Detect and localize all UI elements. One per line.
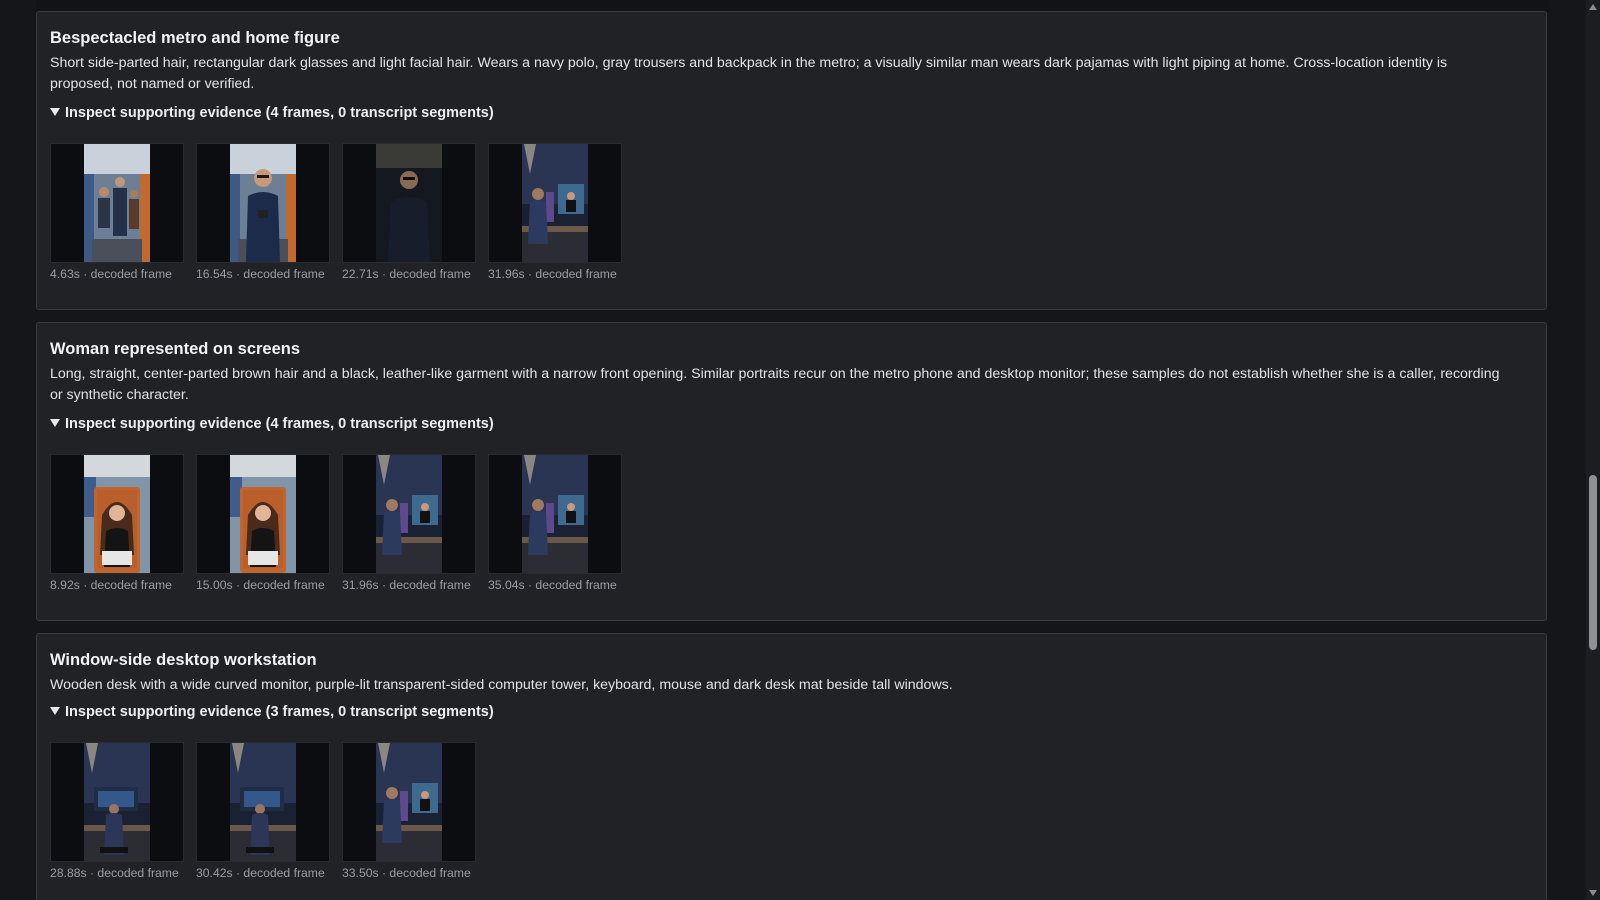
- card-description: Short side-parted hair, rectangular dark…: [50, 55, 1448, 92]
- frame-image: [230, 743, 296, 861]
- evidence-frame[interactable]: 35.04s · decoded frame: [488, 454, 622, 592]
- card-description: Wooden desk with a wide curved monitor, …: [50, 677, 953, 693]
- frame-image: [376, 144, 442, 262]
- frame-image: [84, 455, 150, 573]
- triangle-down-icon: [50, 419, 60, 427]
- frame-caption: 31.96s · decoded frame: [342, 578, 471, 592]
- frame-thumbnail[interactable]: [50, 454, 184, 574]
- scroll-up-arrow-icon[interactable]: [1589, 4, 1597, 10]
- frame-caption: 8.92s · decoded frame: [50, 578, 172, 592]
- frame-thumbnail[interactable]: [342, 742, 476, 862]
- evidence-toggle-label: Inspect supporting evidence (4 frames, 0…: [65, 416, 494, 432]
- frame-caption: 4.63s · decoded frame: [50, 267, 172, 281]
- frame-thumbnail[interactable]: [488, 143, 622, 263]
- frame-image: [84, 743, 150, 861]
- evidence-frame[interactable]: 22.71s · decoded frame: [342, 143, 476, 281]
- evidence-toggle-label: Inspect supporting evidence (4 frames, 0…: [65, 105, 494, 121]
- triangle-down-icon: [50, 108, 60, 116]
- entity-card: Bespectacled metro and home figure Short…: [36, 11, 1547, 310]
- frame-caption: 31.96s · decoded frame: [488, 267, 617, 281]
- frame-thumbnail[interactable]: [488, 454, 622, 574]
- card-title: Woman represented on screens: [50, 340, 301, 358]
- frame-image: [376, 455, 442, 573]
- evidence-frame[interactable]: 15.00s · decoded frame: [196, 454, 330, 592]
- entity-card: Woman represented on screens Long, strai…: [36, 322, 1547, 621]
- evidence-frame[interactable]: 8.92s · decoded frame: [50, 454, 184, 592]
- scrollbar-thumb[interactable]: [1589, 475, 1597, 650]
- frame-caption: 33.50s · decoded frame: [342, 866, 471, 880]
- frame-thumbnail[interactable]: [342, 143, 476, 263]
- evidence-frame[interactable]: 31.96s · decoded frame: [342, 454, 476, 592]
- frame-thumbnail[interactable]: [50, 742, 184, 862]
- frame-image: [376, 743, 442, 861]
- card-description: Long, straight, center-parted brown hair…: [50, 366, 1500, 403]
- evidence-frame[interactable]: 31.96s · decoded frame: [488, 143, 622, 281]
- evidence-frame[interactable]: 28.88s · decoded frame: [50, 742, 184, 880]
- frame-caption: 15.00s · decoded frame: [196, 578, 325, 592]
- page-viewport: Bespectacled metro and home figure Short…: [0, 0, 1600, 900]
- frame-caption: 30.42s · decoded frame: [196, 866, 325, 880]
- frame-thumbnail[interactable]: [342, 454, 476, 574]
- frame-image: [84, 144, 150, 262]
- frame-thumbnail[interactable]: [196, 742, 330, 862]
- frame-caption: 28.88s · decoded frame: [50, 866, 179, 880]
- evidence-frame[interactable]: 4.63s · decoded frame: [50, 143, 184, 281]
- entity-card: Window-side desktop workstation Wooden d…: [36, 633, 1547, 900]
- evidence-frame[interactable]: 16.54s · decoded frame: [196, 143, 330, 281]
- evidence-toggle[interactable]: Inspect supporting evidence (4 frames, 0…: [50, 105, 494, 121]
- frame-image: [230, 455, 296, 573]
- frame-caption: 16.54s · decoded frame: [196, 267, 325, 281]
- evidence-toggle[interactable]: Inspect supporting evidence (3 frames, 0…: [50, 704, 494, 720]
- frame-thumbnail[interactable]: [196, 454, 330, 574]
- evidence-toggle[interactable]: Inspect supporting evidence (4 frames, 0…: [50, 416, 494, 432]
- frame-caption: 22.71s · decoded frame: [342, 267, 471, 281]
- evidence-frame[interactable]: 33.50s · decoded frame: [342, 742, 476, 880]
- evidence-frame[interactable]: 30.42s · decoded frame: [196, 742, 330, 880]
- triangle-down-icon: [50, 707, 60, 715]
- scroll-down-arrow-icon[interactable]: [1589, 890, 1597, 896]
- frame-image: [522, 144, 588, 262]
- frame-caption: 35.04s · decoded frame: [488, 578, 617, 592]
- card-title: Window-side desktop workstation: [50, 651, 317, 669]
- vertical-scrollbar[interactable]: [1586, 0, 1600, 900]
- frame-thumbnail[interactable]: [196, 143, 330, 263]
- frame-image: [522, 455, 588, 573]
- frame-thumbnail[interactable]: [50, 143, 184, 263]
- frame-image: [230, 144, 296, 262]
- evidence-toggle-label: Inspect supporting evidence (3 frames, 0…: [65, 704, 494, 720]
- card-title: Bespectacled metro and home figure: [50, 29, 340, 47]
